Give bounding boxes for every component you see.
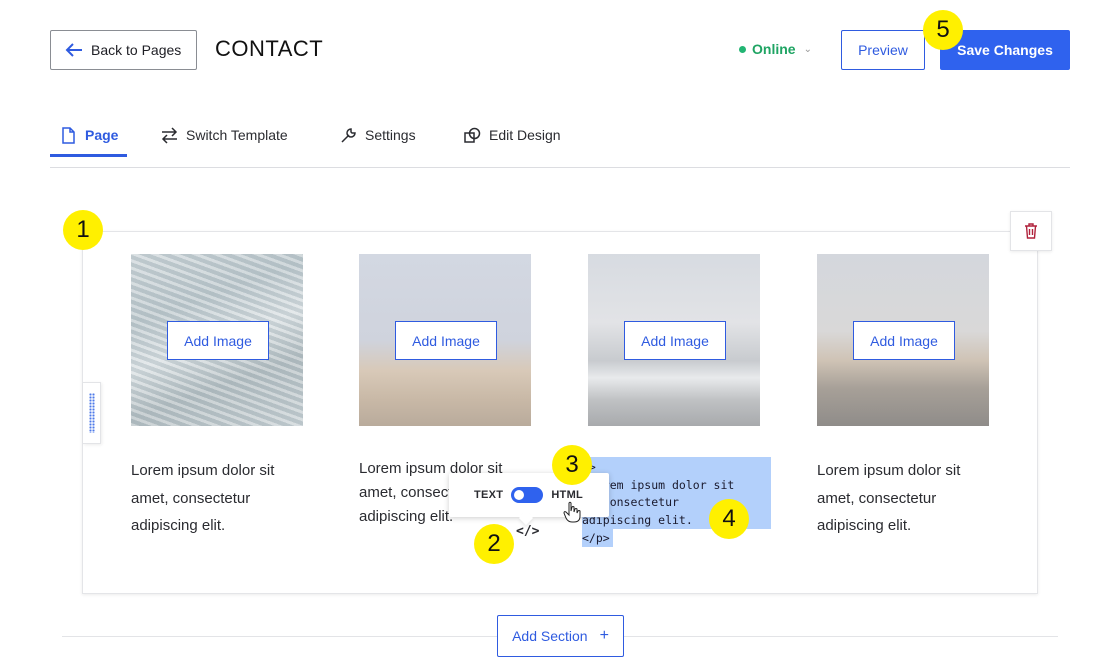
drag-handle[interactable] xyxy=(83,382,101,444)
add-section-label: Add Section xyxy=(512,628,588,644)
callout-badge-2: 2 xyxy=(474,524,514,564)
delete-section-button[interactable] xyxy=(1010,211,1052,251)
swap-arrows-icon xyxy=(161,126,178,144)
callout-badge-5: 5 xyxy=(923,10,963,50)
image-placeholder-2: Add Image xyxy=(359,254,531,426)
page-icon xyxy=(62,126,75,144)
tab-edit-design-label: Edit Design xyxy=(489,127,561,143)
chevron-down-icon: ⌄ xyxy=(803,43,812,55)
tab-settings-label: Settings xyxy=(365,127,416,143)
column-text-4[interactable]: Lorem ipsum dolor sit amet, consectetur … xyxy=(817,457,992,540)
hand-cursor-icon xyxy=(563,501,581,523)
grip-dots-icon xyxy=(88,393,95,433)
add-image-button[interactable]: Add Image xyxy=(624,321,726,360)
image-placeholder-1: Add Image xyxy=(131,254,303,426)
back-to-pages-button[interactable]: Back to Pages xyxy=(50,30,197,70)
add-image-button[interactable]: Add Image xyxy=(167,321,269,360)
arrow-left-icon xyxy=(65,43,82,57)
trash-icon xyxy=(1025,223,1037,239)
status-label: Online xyxy=(752,41,796,57)
image-placeholder-3: Add Image xyxy=(588,254,760,426)
add-section-button[interactable]: Add Section + xyxy=(497,615,624,657)
code-icon[interactable]: </> xyxy=(516,524,539,539)
shapes-icon xyxy=(464,127,481,143)
text-html-toggle[interactable] xyxy=(511,487,544,503)
column-text-1[interactable]: Lorem ipsum dolor sit amet, consectetur … xyxy=(131,457,306,540)
back-to-pages-label: Back to Pages xyxy=(91,42,182,58)
callout-badge-3: 3 xyxy=(552,445,592,485)
image-placeholder-4: Add Image xyxy=(817,254,989,426)
tab-settings[interactable]: Settings xyxy=(340,114,416,156)
preview-button[interactable]: Preview xyxy=(841,30,925,70)
toggle-knob xyxy=(514,490,525,500)
text-mode-label: TEXT xyxy=(474,489,504,501)
page-title: CONTACT xyxy=(215,36,324,61)
html-mode-label: HTML xyxy=(551,489,584,501)
tab-bar: Page Switch Template Settings Edit Desig… xyxy=(50,104,1070,168)
callout-badge-4: 4 xyxy=(709,499,749,539)
wrench-icon xyxy=(341,127,356,143)
tab-page[interactable]: Page xyxy=(50,114,127,157)
add-image-button[interactable]: Add Image xyxy=(853,321,955,360)
status-dropdown[interactable]: Online ⌄ xyxy=(739,41,812,57)
tab-switch-template-label: Switch Template xyxy=(186,127,288,143)
online-dot-icon xyxy=(739,45,746,53)
tab-page-label: Page xyxy=(85,127,119,143)
callout-badge-1: 1 xyxy=(63,210,103,250)
plus-icon: + xyxy=(599,627,609,644)
add-image-button[interactable]: Add Image xyxy=(395,321,497,360)
tab-switch-template[interactable]: Switch Template xyxy=(161,114,288,156)
html-closing-tag: </p> xyxy=(582,529,613,547)
tab-edit-design[interactable]: Edit Design xyxy=(464,114,561,156)
